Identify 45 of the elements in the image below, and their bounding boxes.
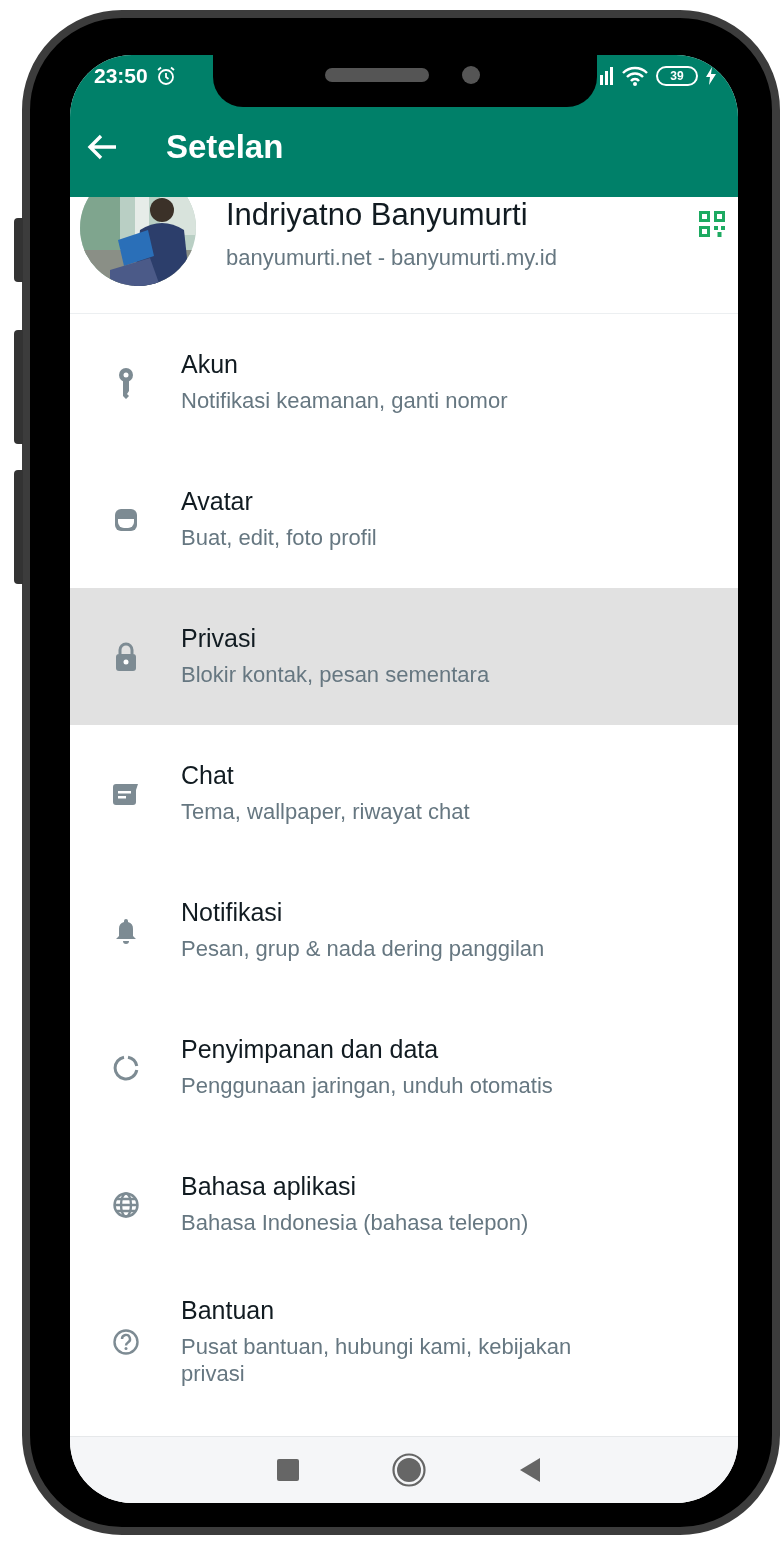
setting-title: Privasi xyxy=(181,624,257,654)
setting-description: Penggunaan jaringan, unduh otomatis xyxy=(181,1073,553,1100)
setting-description: Notifikasi keamanan, ganti nomor xyxy=(181,388,508,415)
setting-title: Penyimpanan dan data xyxy=(181,1035,440,1065)
settings-item[interactable]: Bantuan Pusat bantuan, hubungi kami, kebijakan privasi xyxy=(70,1273,738,1410)
charging-icon xyxy=(706,67,716,85)
profile-status: banyumurti.net - banyumurti.my.id xyxy=(226,245,558,271)
back-icon[interactable] xyxy=(519,1457,542,1483)
settings-item[interactable]: Notifikasi Pesan, grup & nada dering panggilan xyxy=(70,862,738,999)
help-icon xyxy=(111,1327,140,1356)
globe-icon xyxy=(111,1190,140,1219)
avatar-icon xyxy=(112,506,139,533)
setting-title: Notifikasi xyxy=(181,898,284,928)
home-icon[interactable] xyxy=(392,1453,426,1487)
qr-code-icon[interactable] xyxy=(698,210,726,238)
lock-icon xyxy=(113,641,138,672)
settings-item[interactable]: Penyimpanan dan data Penggunaan jaringan, unduh otomatis xyxy=(70,999,738,1136)
storage-icon xyxy=(111,1053,140,1082)
setting-description: Pusat bantuan, hubungi kami, kebijakan privasi xyxy=(181,1334,573,1387)
profile-row[interactable]: Indriyatno Banyumurti banyumurti.net - banyumurti.my.id xyxy=(70,197,738,286)
alarm-icon xyxy=(155,66,176,86)
settings-item[interactable]: Bahasa aplikasi Bahasa Indonesia (bahasa telepon) xyxy=(70,1136,738,1273)
recents-icon[interactable] xyxy=(276,1459,299,1481)
settings-item[interactable]: Akun Notifikasi keamanan, ganti nomor xyxy=(70,314,738,451)
chat-icon xyxy=(111,781,140,806)
settings-item[interactable]: Privasi Blokir kontak, pesan sementara xyxy=(70,588,738,725)
back-arrow-icon[interactable] xyxy=(86,133,118,161)
battery-level: 39 xyxy=(656,66,698,86)
setting-title: Avatar xyxy=(181,487,254,517)
settings-item[interactable]: Chat Tema, wallpaper, riwayat chat xyxy=(70,725,738,862)
screen-title: Setelan xyxy=(166,128,284,166)
setting-description: Blokir kontak, pesan sementara xyxy=(181,662,490,689)
settings-item[interactable]: Avatar Buat, edit, foto profil xyxy=(70,451,738,588)
setting-title: Chat xyxy=(181,761,235,791)
profile-name: Indriyatno Banyumurti xyxy=(226,197,529,233)
setting-description: Buat, edit, foto profil xyxy=(181,525,377,552)
wifi-icon xyxy=(622,66,648,86)
setting-description: Pesan, grup & nada dering panggilan xyxy=(181,936,545,963)
setting-title: Akun xyxy=(181,350,239,380)
setting-description: Tema, wallpaper, riwayat chat xyxy=(181,799,470,826)
setting-title: Bahasa aplikasi xyxy=(181,1172,358,1202)
signal-icon xyxy=(600,67,614,85)
setting-title: Bantuan xyxy=(181,1296,276,1326)
clock-time: 23:50 xyxy=(94,64,148,88)
setting-description: Bahasa Indonesia (bahasa telepon) xyxy=(181,1210,529,1237)
